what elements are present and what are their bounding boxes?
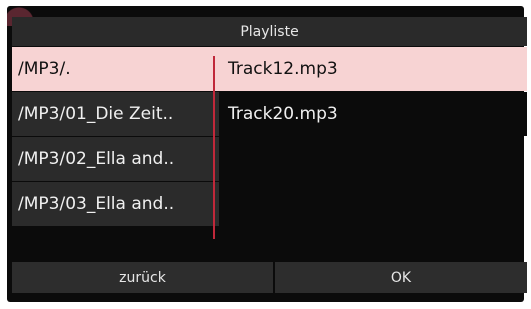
directory-item-02[interactable]: /MP3/02_Ella and.. — [12, 137, 219, 181]
back-button[interactable]: zurück — [12, 262, 274, 293]
ok-button[interactable]: OK — [275, 262, 527, 293]
directory-item-mp3-root[interactable]: /MP3/. — [12, 47, 219, 91]
directory-scroll-indicator[interactable] — [213, 56, 215, 239]
directory-item-01[interactable]: /MP3/01_Die Zeit.. — [12, 92, 219, 136]
directory-item-03[interactable]: /MP3/03_Ella and.. — [12, 182, 219, 226]
file-item-track12[interactable]: Track12.mp3 — [219, 47, 527, 91]
dialog-title: Playliste — [12, 17, 527, 46]
file-item-track20[interactable]: Track20.mp3 — [219, 92, 527, 136]
screen: Playliste /MP3/. /MP3/01_Die Zeit.. /MP3… — [0, 0, 531, 309]
